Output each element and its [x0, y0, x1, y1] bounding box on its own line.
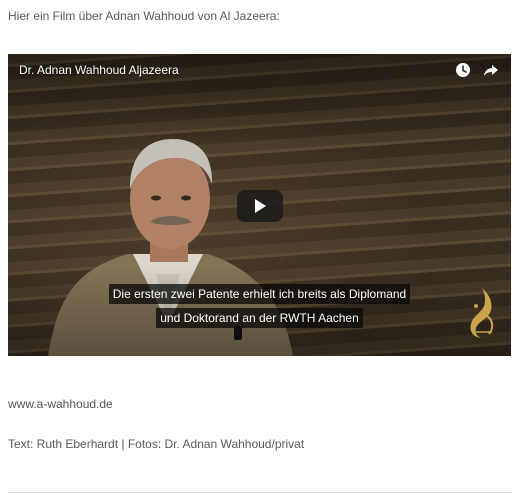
subtitle-line-1: Die ersten zwei Patente erhielt ich brei… — [108, 284, 411, 304]
credits-text: Text: Ruth Eberhardt | Fotos: Dr. Adnan … — [8, 437, 305, 451]
website-link[interactable]: www.a-wahhoud.de — [8, 397, 113, 411]
divider — [8, 492, 513, 493]
video-top-controls — [455, 62, 499, 78]
video-subtitles: Die ersten zwei Patente erhielt ich brei… — [8, 282, 511, 330]
play-button[interactable] — [237, 190, 283, 222]
subtitle-line-2: und Doktorand an der RWTH Aachen — [156, 308, 363, 328]
play-icon — [255, 199, 266, 213]
video-player[interactable]: Dr. Adnan Wahhoud Aljazeera Die ersten z… — [8, 54, 511, 356]
share-icon[interactable] — [483, 62, 499, 78]
intro-text: Hier ein Film über Adnan Wahhoud von Al … — [8, 9, 280, 23]
aljazeera-logo — [470, 288, 494, 338]
video-title[interactable]: Dr. Adnan Wahhoud Aljazeera — [19, 63, 179, 77]
clock-icon[interactable] — [455, 62, 471, 78]
